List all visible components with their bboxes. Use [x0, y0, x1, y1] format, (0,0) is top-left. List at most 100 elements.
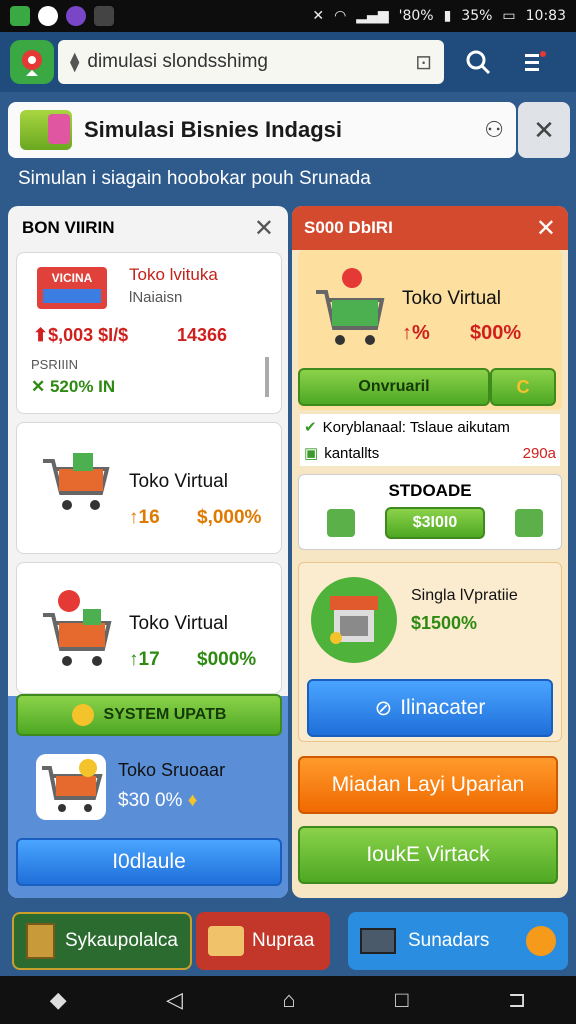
- gallery-icon: [10, 6, 30, 26]
- laptop-icon: [360, 928, 396, 954]
- url-field[interactable]: ⧫ dimulasi slondsshimg ⊡: [58, 40, 444, 84]
- menu-button[interactable]: [512, 40, 556, 84]
- scrollbar[interactable]: [265, 357, 269, 397]
- info-row-1: ✔ Koryblanaal: Tslaue aikutam: [300, 414, 560, 440]
- bottom-blue-button[interactable]: I0dlaule: [16, 838, 282, 886]
- upgrade-button[interactable]: ⊘ Ilinacater: [307, 679, 553, 737]
- count-value: 14366: [177, 325, 228, 345]
- ledger-icon: [26, 923, 55, 959]
- storage-value: $3I0I0: [412, 514, 458, 531]
- shop-cart-icon: [20, 110, 72, 150]
- notification-icon: [94, 6, 114, 26]
- storage-title: STDOADE: [388, 481, 472, 500]
- shop-upgrade-name: Singla lVpratiie: [411, 587, 518, 604]
- url-text: dimulasi slondsshimg: [87, 51, 268, 72]
- info-row-2-text: kantallts: [324, 444, 380, 462]
- shopping-cart-icon: [39, 453, 111, 515]
- tab-2[interactable]: Nupraa: [196, 912, 330, 970]
- upgrade-button-label: Ilinacater: [400, 696, 486, 719]
- stat-value: ✕ 520% IN: [31, 377, 116, 396]
- wifi-icon: ◠: [334, 8, 347, 24]
- stat-b: $00%: [470, 322, 522, 344]
- system-nav-bar: ◆ ◁ ⌂ □ ⊐: [0, 976, 576, 1024]
- shop-sign-label: VICINA: [51, 271, 93, 285]
- shop-sign-icon: VICINA: [37, 267, 107, 309]
- stat-a: ↑16: [129, 507, 160, 528]
- system-update-label: SYSTEM UPATB: [103, 706, 227, 723]
- app-title-card: Simulasi Bisnies Indagsi ⚇: [8, 102, 516, 158]
- shop-name: Toko Virtual: [129, 471, 228, 492]
- browser-toolbar: ⧫ dimulasi slondsshimg ⊡: [0, 32, 576, 92]
- boost-button[interactable]: C: [490, 368, 556, 406]
- shop-upgrade-card[interactable]: Singla lVpratiie $1500% ⊘ Ilinacater: [298, 562, 562, 742]
- storage-left-icon[interactable]: [327, 509, 355, 537]
- tab-1[interactable]: Sykaupolalca: [12, 912, 192, 970]
- shop-card-2[interactable]: Toko Virtual ↑16 $,000%: [16, 422, 282, 554]
- check-icon: ✔: [304, 419, 317, 436]
- orange-action-button[interactable]: Miadan Layi Uparian: [298, 756, 558, 814]
- shop-cart-coins-icon: [36, 754, 106, 820]
- maps-logo-icon[interactable]: [10, 40, 54, 84]
- app-notification-icon: [66, 6, 86, 26]
- shop-card-3[interactable]: Toko Virtual ↑17 $000%: [16, 562, 282, 694]
- close-icon: ✕: [533, 114, 555, 145]
- mute-icon: ✕: [312, 8, 325, 24]
- clock: 10:83: [525, 8, 566, 24]
- search-icon: [466, 50, 491, 75]
- battery-icon-2: ▭: [502, 8, 516, 24]
- shop-building-icon: [311, 577, 397, 663]
- location-pin-icon: ⧫: [70, 51, 80, 73]
- shop-card-1[interactable]: VICINA Toko lvituka lNaiaisn ⬆$,003 $I/$…: [16, 252, 282, 414]
- section-label: PSRIIIN: [31, 357, 78, 372]
- page-subtitle: Simulan i siagain hoobokar pouh Srunada: [18, 168, 371, 189]
- upgrade-icon: ⊘: [374, 696, 393, 720]
- shopping-cart-icon: [39, 587, 115, 671]
- shop-name: Toko Virtual: [129, 613, 228, 634]
- orange-coin-icon: [526, 926, 556, 956]
- battery-icon: ▮: [443, 8, 452, 24]
- search-button[interactable]: [456, 40, 500, 84]
- coin-icon: [71, 704, 94, 726]
- nav-back-arrow-icon[interactable]: ◆: [50, 987, 67, 1013]
- storage-value-button[interactable]: $3I0I0: [385, 507, 485, 539]
- storage-card: STDOADE $3I0I0: [298, 474, 562, 550]
- left-panel: BON VIIRIN ✕ VICINA Toko lvituka lNaiais…: [8, 206, 288, 898]
- system-update-button[interactable]: SYSTEM UPATB: [16, 694, 282, 736]
- left-panel-header: BON VIIRIN ✕: [8, 206, 288, 250]
- nav-menu-icon[interactable]: ⊐: [508, 987, 526, 1013]
- boost-icon: C: [516, 376, 530, 397]
- close-app-button[interactable]: ✕: [518, 102, 570, 158]
- stat-a: ↑17: [129, 649, 160, 670]
- bottom-tab-bar: Sykaupolalca Nupraa Sunadars: [8, 912, 568, 974]
- tab-3-label: Sunadars: [408, 930, 490, 951]
- nav-home-icon[interactable]: ⌂: [282, 987, 295, 1013]
- nav-recents-icon[interactable]: □: [395, 987, 408, 1013]
- shop-upgrade-price: $1500%: [411, 613, 478, 633]
- info-row-2-value: 290a: [522, 444, 556, 462]
- right-panel-close-icon[interactable]: ✕: [536, 214, 556, 243]
- camera-icon[interactable]: ⊡: [415, 50, 432, 75]
- shop-name: Toko Virtual: [402, 288, 501, 309]
- shop-card-4[interactable]: Toko Sruoaar $30 0% ♦: [16, 746, 282, 826]
- shop-name: Toko lvituka: [129, 265, 218, 284]
- tab-2-label: Nupraa: [252, 930, 315, 951]
- tab-3[interactable]: Sunadars: [348, 912, 568, 970]
- users-icon[interactable]: ⚇: [484, 117, 504, 143]
- storage-right-icon[interactable]: [515, 509, 543, 537]
- menu-icon: [525, 51, 546, 71]
- nav-back-icon[interactable]: ◁: [166, 987, 183, 1013]
- right-panel-title: S000 DbIRI: [304, 218, 393, 237]
- coins-icon: ♦: [187, 790, 198, 811]
- signal-icon: ▂▄▆: [356, 8, 389, 24]
- tab-1-label: Sykaupolalca: [64, 930, 178, 951]
- left-panel-close-icon[interactable]: ✕: [254, 214, 274, 243]
- info-row-2: ▣ kantallts 290a: [300, 440, 560, 466]
- battery-percent-1: '80%: [398, 8, 434, 24]
- right-panel: S000 DbIRI ✕ Toko Virtual ↑% $00% Onvrua…: [292, 206, 568, 898]
- shop-name: Toko Sruoaar: [118, 760, 226, 780]
- box-icon: ▣: [304, 445, 319, 462]
- bottom-blue-button-label: I0dlaule: [112, 850, 186, 873]
- stat-b: $,000%: [197, 507, 262, 528]
- green-action-button[interactable]: IoukE Virtack: [298, 826, 558, 884]
- right-green-button[interactable]: Onvruaril: [298, 368, 490, 406]
